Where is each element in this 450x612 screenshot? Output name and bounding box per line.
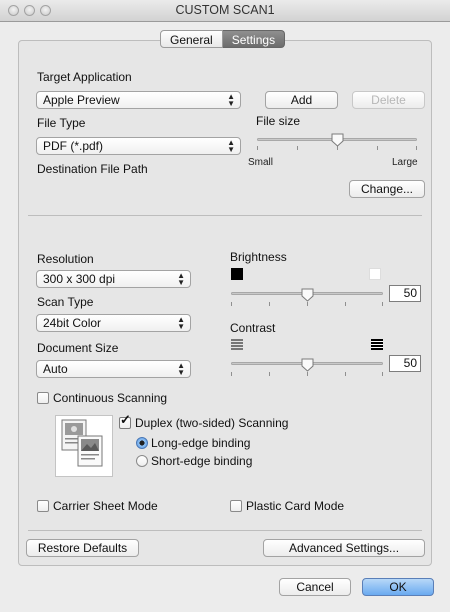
- file-size-tick: [377, 146, 378, 150]
- target-application-value: Apple Preview: [43, 93, 120, 107]
- delete-button[interactable]: Delete: [352, 91, 425, 109]
- carrier-sheet-mode-label: Carrier Sheet Mode: [53, 499, 158, 513]
- document-size-select[interactable]: Auto ▲ ▼: [36, 360, 191, 378]
- duplex-label: Duplex (two-sided) Scanning: [135, 416, 289, 430]
- brightness-value-field[interactable]: 50: [389, 285, 421, 302]
- long-edge-binding-radio[interactable]: [136, 437, 148, 449]
- short-edge-binding-radio[interactable]: [136, 455, 148, 467]
- file-size-small-label: Small: [248, 157, 274, 168]
- brightness-tick: [231, 302, 232, 306]
- file-type-label: File Type: [37, 116, 86, 130]
- brightness-slider-knob[interactable]: [301, 288, 314, 302]
- document-size-value: Auto: [43, 362, 68, 376]
- dark-square-icon: [231, 268, 243, 280]
- target-application-label: Target Application: [37, 70, 132, 84]
- tab-settings[interactable]: Settings: [222, 30, 286, 48]
- file-size-tick: [297, 146, 298, 150]
- contrast-slider-knob[interactable]: [301, 358, 314, 372]
- resolution-label: Resolution: [37, 252, 94, 266]
- section-divider: [28, 215, 422, 216]
- popup-arrows-icon: ▲ ▼: [177, 361, 185, 377]
- contrast-value-field[interactable]: 50: [389, 355, 421, 372]
- add-button[interactable]: Add: [265, 91, 338, 109]
- brightness-tick: [345, 302, 346, 306]
- scan-type-select[interactable]: 24bit Color ▲ ▼: [36, 314, 191, 332]
- file-type-value: PDF (*.pdf): [43, 139, 104, 153]
- light-square-icon: [369, 268, 381, 280]
- resolution-select[interactable]: 300 x 300 dpi ▲ ▼: [36, 270, 191, 288]
- popup-arrows-icon: ▲ ▼: [227, 92, 235, 108]
- checkmark-icon: ✓: [120, 412, 131, 427]
- long-edge-binding-label: Long-edge binding: [151, 436, 251, 450]
- duplex-pages-icon: [61, 419, 103, 467]
- file-size-large-label: Large: [392, 157, 418, 168]
- ok-button[interactable]: OK: [362, 578, 434, 596]
- window-title: CUSTOM SCAN1: [175, 3, 275, 17]
- file-type-select[interactable]: PDF (*.pdf) ▲ ▼: [36, 137, 241, 155]
- document-size-label: Document Size: [37, 341, 119, 355]
- duplex-thumbnail: [55, 415, 113, 477]
- advanced-settings-button[interactable]: Advanced Settings...: [263, 539, 425, 557]
- contrast-tick: [231, 372, 232, 376]
- brightness-tick: [269, 302, 270, 306]
- footer-divider: [28, 530, 422, 531]
- brightness-label: Brightness: [230, 250, 287, 264]
- file-size-label: File size: [256, 114, 301, 128]
- short-edge-binding-label: Short-edge binding: [151, 454, 253, 468]
- plastic-card-mode-checkbox[interactable]: [230, 500, 242, 512]
- popup-arrows-icon: ▲ ▼: [177, 315, 185, 331]
- tab-general[interactable]: General: [160, 30, 223, 48]
- cancel-button[interactable]: Cancel: [279, 578, 351, 596]
- contrast-tick: [269, 372, 270, 376]
- change-button[interactable]: Change...: [349, 180, 425, 198]
- contrast-tick: [382, 372, 383, 376]
- brightness-tick: [307, 302, 308, 306]
- popup-arrows-icon: ▲ ▼: [177, 271, 185, 287]
- scan-type-value: 24bit Color: [43, 316, 102, 330]
- scan-type-label: Scan Type: [37, 295, 94, 309]
- high-contrast-icon: [371, 339, 383, 350]
- contrast-tick: [307, 372, 308, 376]
- target-application-select[interactable]: Apple Preview ▲ ▼: [36, 91, 241, 109]
- tab-bar: General Settings: [160, 30, 286, 48]
- low-contrast-icon: [231, 339, 243, 350]
- continuous-scanning-label: Continuous Scanning: [53, 391, 168, 405]
- brightness-tick: [382, 302, 383, 306]
- popup-arrows-icon: ▲ ▼: [227, 138, 235, 154]
- file-size-slider-knob[interactable]: [331, 133, 344, 147]
- file-size-tick: [416, 146, 417, 150]
- carrier-sheet-mode-checkbox[interactable]: [37, 500, 49, 512]
- continuous-scanning-checkbox[interactable]: [37, 392, 49, 404]
- contrast-tick: [345, 372, 346, 376]
- restore-defaults-button[interactable]: Restore Defaults: [26, 539, 139, 557]
- destination-file-path-label: Destination File Path: [37, 162, 148, 176]
- file-size-tick: [257, 146, 258, 150]
- plastic-card-mode-label: Plastic Card Mode: [246, 499, 345, 513]
- contrast-label: Contrast: [230, 321, 276, 335]
- resolution-value: 300 x 300 dpi: [43, 272, 116, 286]
